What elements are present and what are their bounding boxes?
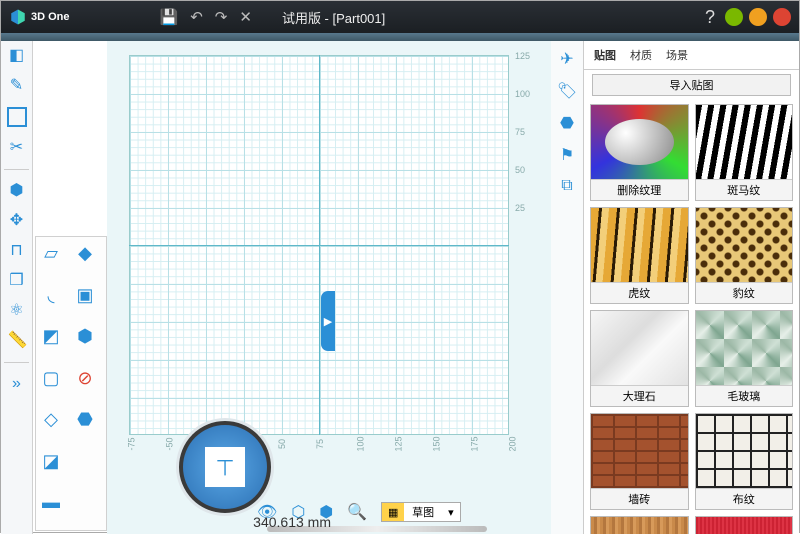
texture-grid: 删除纹理斑马纹虎纹豹纹大理石毛玻璃墙砖布纹 [584, 100, 799, 534]
flag-icon[interactable]: ⚑ [560, 145, 574, 165]
texture-item[interactable]: 豹纹 [695, 207, 794, 304]
texture-swatch [591, 105, 688, 179]
sub-title-bar [1, 33, 799, 41]
undo-icon[interactable]: ↶ [190, 8, 203, 26]
solid-tool-icon[interactable]: ⬢ [8, 182, 26, 200]
move-tool-icon[interactable]: ✥ [8, 212, 26, 230]
tab-texture[interactable]: 贴图 [594, 47, 616, 63]
texture-item[interactable]: 虎纹 [590, 207, 689, 304]
main-area: ◧ ✎ ✂ ⬢ ✥ ⊓ ❒ ⚛ 📏 » ▱ ◆ ◟ ▣ ◩ ⬢ ▢ ⊘ ◇ ⬣ ◪ ▬ -… [1, 41, 799, 534]
redo-icon[interactable]: ↷ [215, 8, 228, 26]
tool-14[interactable] [74, 492, 96, 514]
code-icon[interactable]: ⧉ [561, 177, 572, 195]
title-bar: 3D One 💾 ↶ ↷ ✕ 试用版 - [Part001] ? [1, 1, 799, 33]
texture-item[interactable]: 斑马纹 [695, 104, 794, 201]
texture-panel: 贴图 材质 场景 导入贴图 删除纹理斑马纹虎纹豹纹大理石毛玻璃墙砖布纹 [583, 41, 799, 534]
texture-label: 豹纹 [696, 282, 793, 303]
panel-tabs: 贴图 材质 场景 [584, 41, 799, 70]
magnifier[interactable]: ⊥ [179, 421, 271, 513]
minimize-button[interactable] [725, 8, 743, 26]
tab-material[interactable]: 材质 [630, 47, 652, 63]
separator [4, 362, 29, 363]
window-buttons [725, 8, 791, 26]
shape-tool-icon[interactable]: ◧ [8, 47, 26, 65]
close-file-icon[interactable]: ✕ [239, 8, 252, 26]
texture-label: 斑马纹 [696, 179, 793, 200]
texture-swatch [696, 311, 793, 385]
magnet-tool-icon[interactable]: ⊓ [8, 242, 26, 260]
tool-13[interactable]: ▬ [40, 492, 62, 514]
send-icon[interactable]: ✈ [560, 49, 573, 69]
y-axis [319, 55, 320, 435]
sketch-icon: ▦ [382, 503, 404, 521]
texture-swatch [591, 414, 688, 488]
tool-5[interactable]: ◩ [40, 326, 62, 348]
canvas[interactable]: -75-50-252550751001251501752002550751001… [107, 41, 551, 534]
more-tools-icon[interactable]: » [8, 375, 26, 393]
texture-label: 毛玻璃 [696, 385, 793, 406]
texture-label: 墙砖 [591, 488, 688, 509]
texture-item[interactable]: 毛玻璃 [695, 310, 794, 407]
sketch-label: 草图 [406, 503, 440, 521]
texture-item[interactable] [590, 516, 689, 534]
texture-swatch [696, 208, 793, 282]
tool-4[interactable]: ▣ [74, 285, 96, 307]
close-button[interactable] [773, 8, 791, 26]
save-icon[interactable]: 💾 [160, 8, 179, 26]
texture-item[interactable]: 删除纹理 [590, 104, 689, 201]
texture-item[interactable]: 墙砖 [590, 413, 689, 510]
tool-6[interactable]: ⬢ [74, 326, 96, 348]
tool-12[interactable] [74, 451, 96, 473]
texture-label: 删除纹理 [591, 179, 688, 200]
tool-flyout: ▱ ◆ ◟ ▣ ◩ ⬢ ▢ ⊘ ◇ ⬣ ◪ ▬ [35, 236, 107, 531]
maximize-button[interactable] [749, 8, 767, 26]
texture-swatch [591, 208, 688, 282]
texture-label: 虎纹 [591, 282, 688, 303]
logo-icon [9, 8, 27, 26]
tag-icon[interactable]: 🏷 [557, 81, 577, 101]
tool-delete[interactable]: ⊘ [74, 368, 96, 390]
zoom-icon[interactable]: 🔍 [347, 502, 367, 522]
tab-scene[interactable]: 场景 [666, 47, 688, 63]
app-logo: 3D One [9, 8, 70, 26]
texture-swatch [696, 105, 793, 179]
texture-swatch [591, 517, 688, 534]
layer-tool-icon[interactable]: ❒ [8, 272, 26, 290]
tool-10[interactable]: ⬣ [74, 409, 96, 431]
origin-icon: ⊥ [205, 447, 245, 487]
titlebar-actions: 💾 ↶ ↷ ✕ [160, 8, 252, 26]
status-coord: 340.613 mm [253, 514, 331, 530]
tool-9[interactable]: ◇ [40, 409, 62, 431]
help-icon[interactable]: ? [705, 7, 715, 28]
texture-swatch [591, 311, 688, 385]
texture-label: 大理石 [591, 385, 688, 406]
texture-item[interactable]: 大理石 [590, 310, 689, 407]
texture-label: 布纹 [696, 488, 793, 509]
panel-collapse-handle[interactable]: ▶ [321, 291, 335, 351]
chevron-down-icon: ▾ [442, 503, 460, 521]
texture-swatch [696, 414, 793, 488]
import-texture-button[interactable]: 导入贴图 [592, 74, 791, 96]
right-toolbar: ✈ 🏷 ⬣ ⚑ ⧉ [551, 41, 583, 534]
measure-tool-icon[interactable]: 📏 [8, 332, 26, 350]
tool-7[interactable]: ▢ [40, 368, 62, 390]
edit-tool-icon[interactable]: ✂ [8, 139, 26, 157]
window-title: 试用版 - [Part001] [282, 8, 705, 27]
sketch-dropdown[interactable]: ▦ 草图 ▾ [381, 502, 461, 522]
tool-3[interactable]: ◟ [40, 285, 62, 307]
atom-tool-icon[interactable]: ⚛ [8, 302, 26, 320]
app-name: 3D One [31, 11, 70, 23]
tool-1[interactable]: ▱ [40, 243, 62, 265]
sketch-tool-icon[interactable] [7, 107, 27, 127]
cube-icon[interactable]: ⬣ [560, 113, 574, 133]
texture-item[interactable] [695, 516, 794, 534]
tool-2[interactable]: ◆ [74, 243, 96, 265]
tool-11[interactable]: ◪ [40, 451, 62, 473]
brush-tool-icon[interactable]: ✎ [8, 77, 26, 95]
texture-swatch [696, 517, 793, 534]
texture-item[interactable]: 布纹 [695, 413, 794, 510]
separator [4, 169, 29, 170]
left-toolbar: ◧ ✎ ✂ ⬢ ✥ ⊓ ❒ ⚛ 📏 » [1, 41, 33, 534]
